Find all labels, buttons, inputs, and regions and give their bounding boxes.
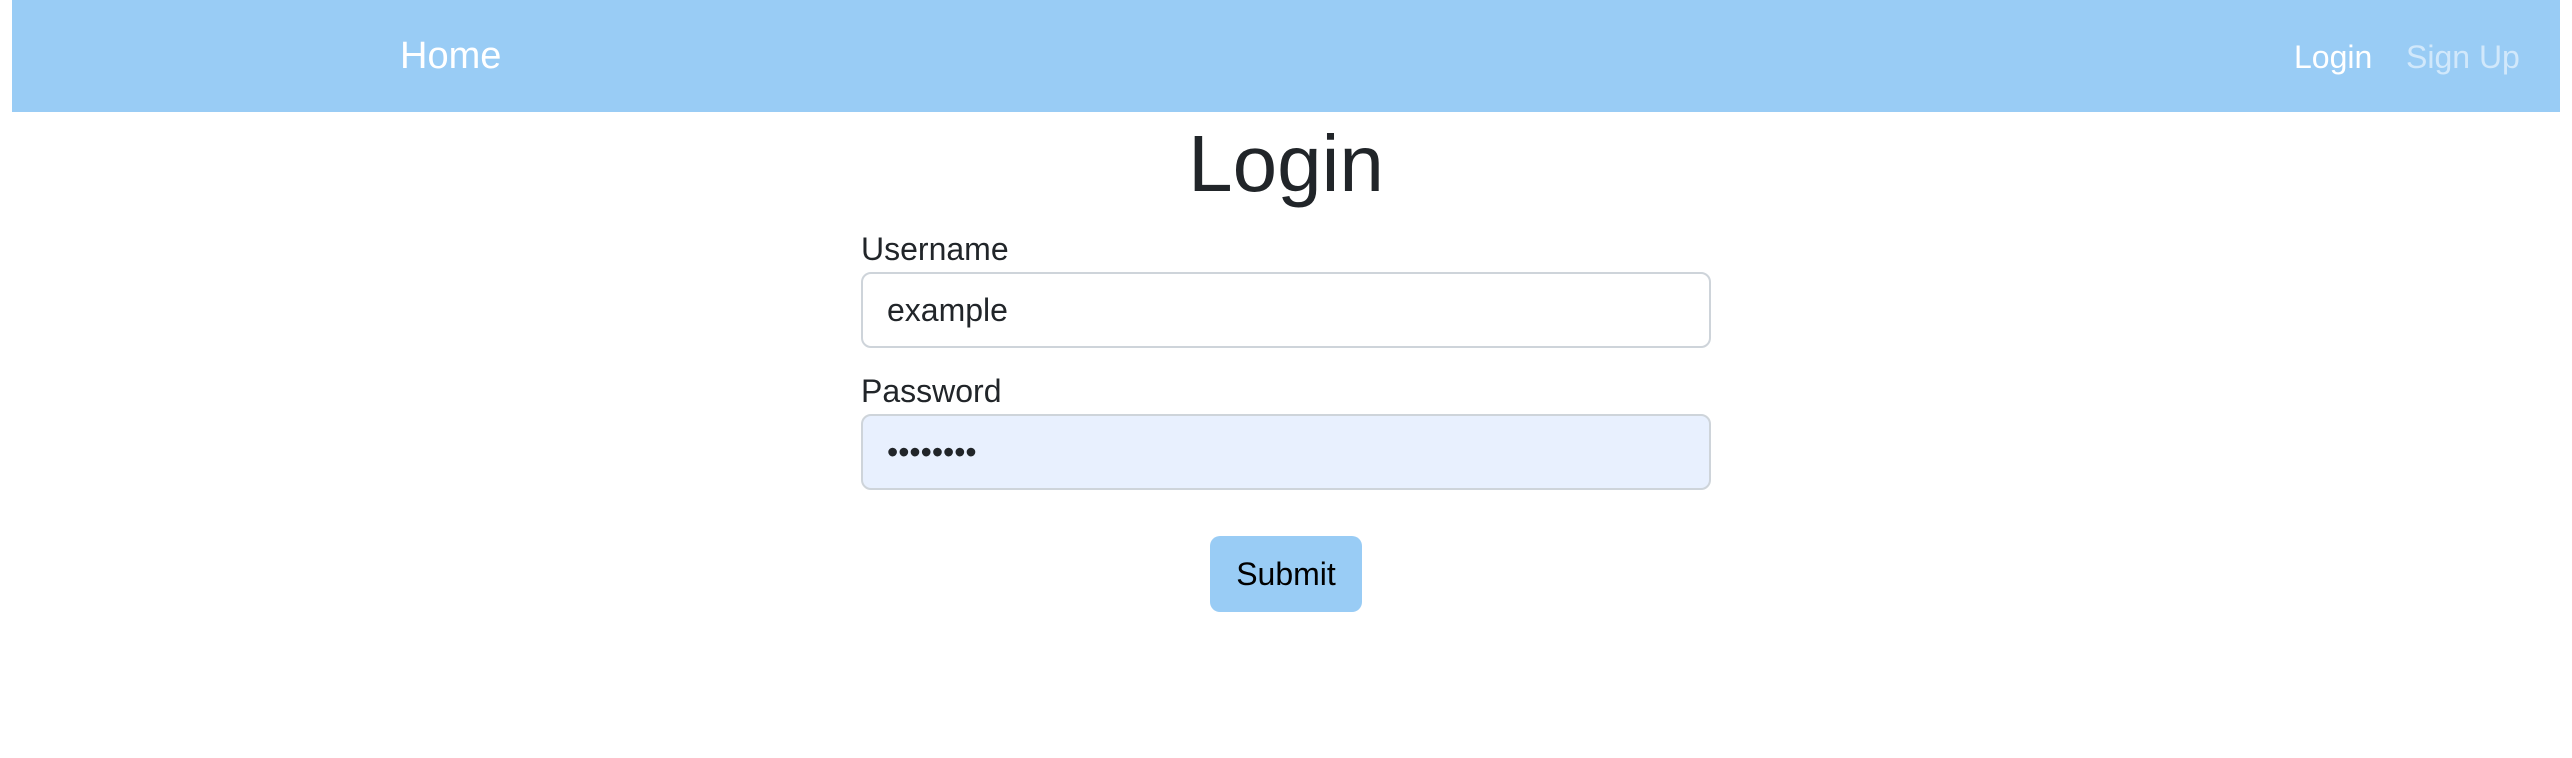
username-input[interactable] [861,272,1711,348]
submit-row: Submit [0,536,2572,612]
page: Home Login Sign Up Login Username Passwo… [0,0,2572,758]
nav-signup-link[interactable]: Sign Up [2406,37,2520,77]
username-label: Username [861,231,1009,267]
submit-button[interactable]: Submit [1210,536,1362,612]
nav-home-link[interactable]: Home [400,33,501,79]
page-title: Login [1188,119,1384,208]
password-label: Password [861,373,1002,409]
nav-login-link[interactable]: Login [2294,37,2372,77]
password-input[interactable] [861,414,1711,490]
login-form: Username Password [861,226,1711,490]
top-navbar: Home Login Sign Up [12,0,2560,112]
